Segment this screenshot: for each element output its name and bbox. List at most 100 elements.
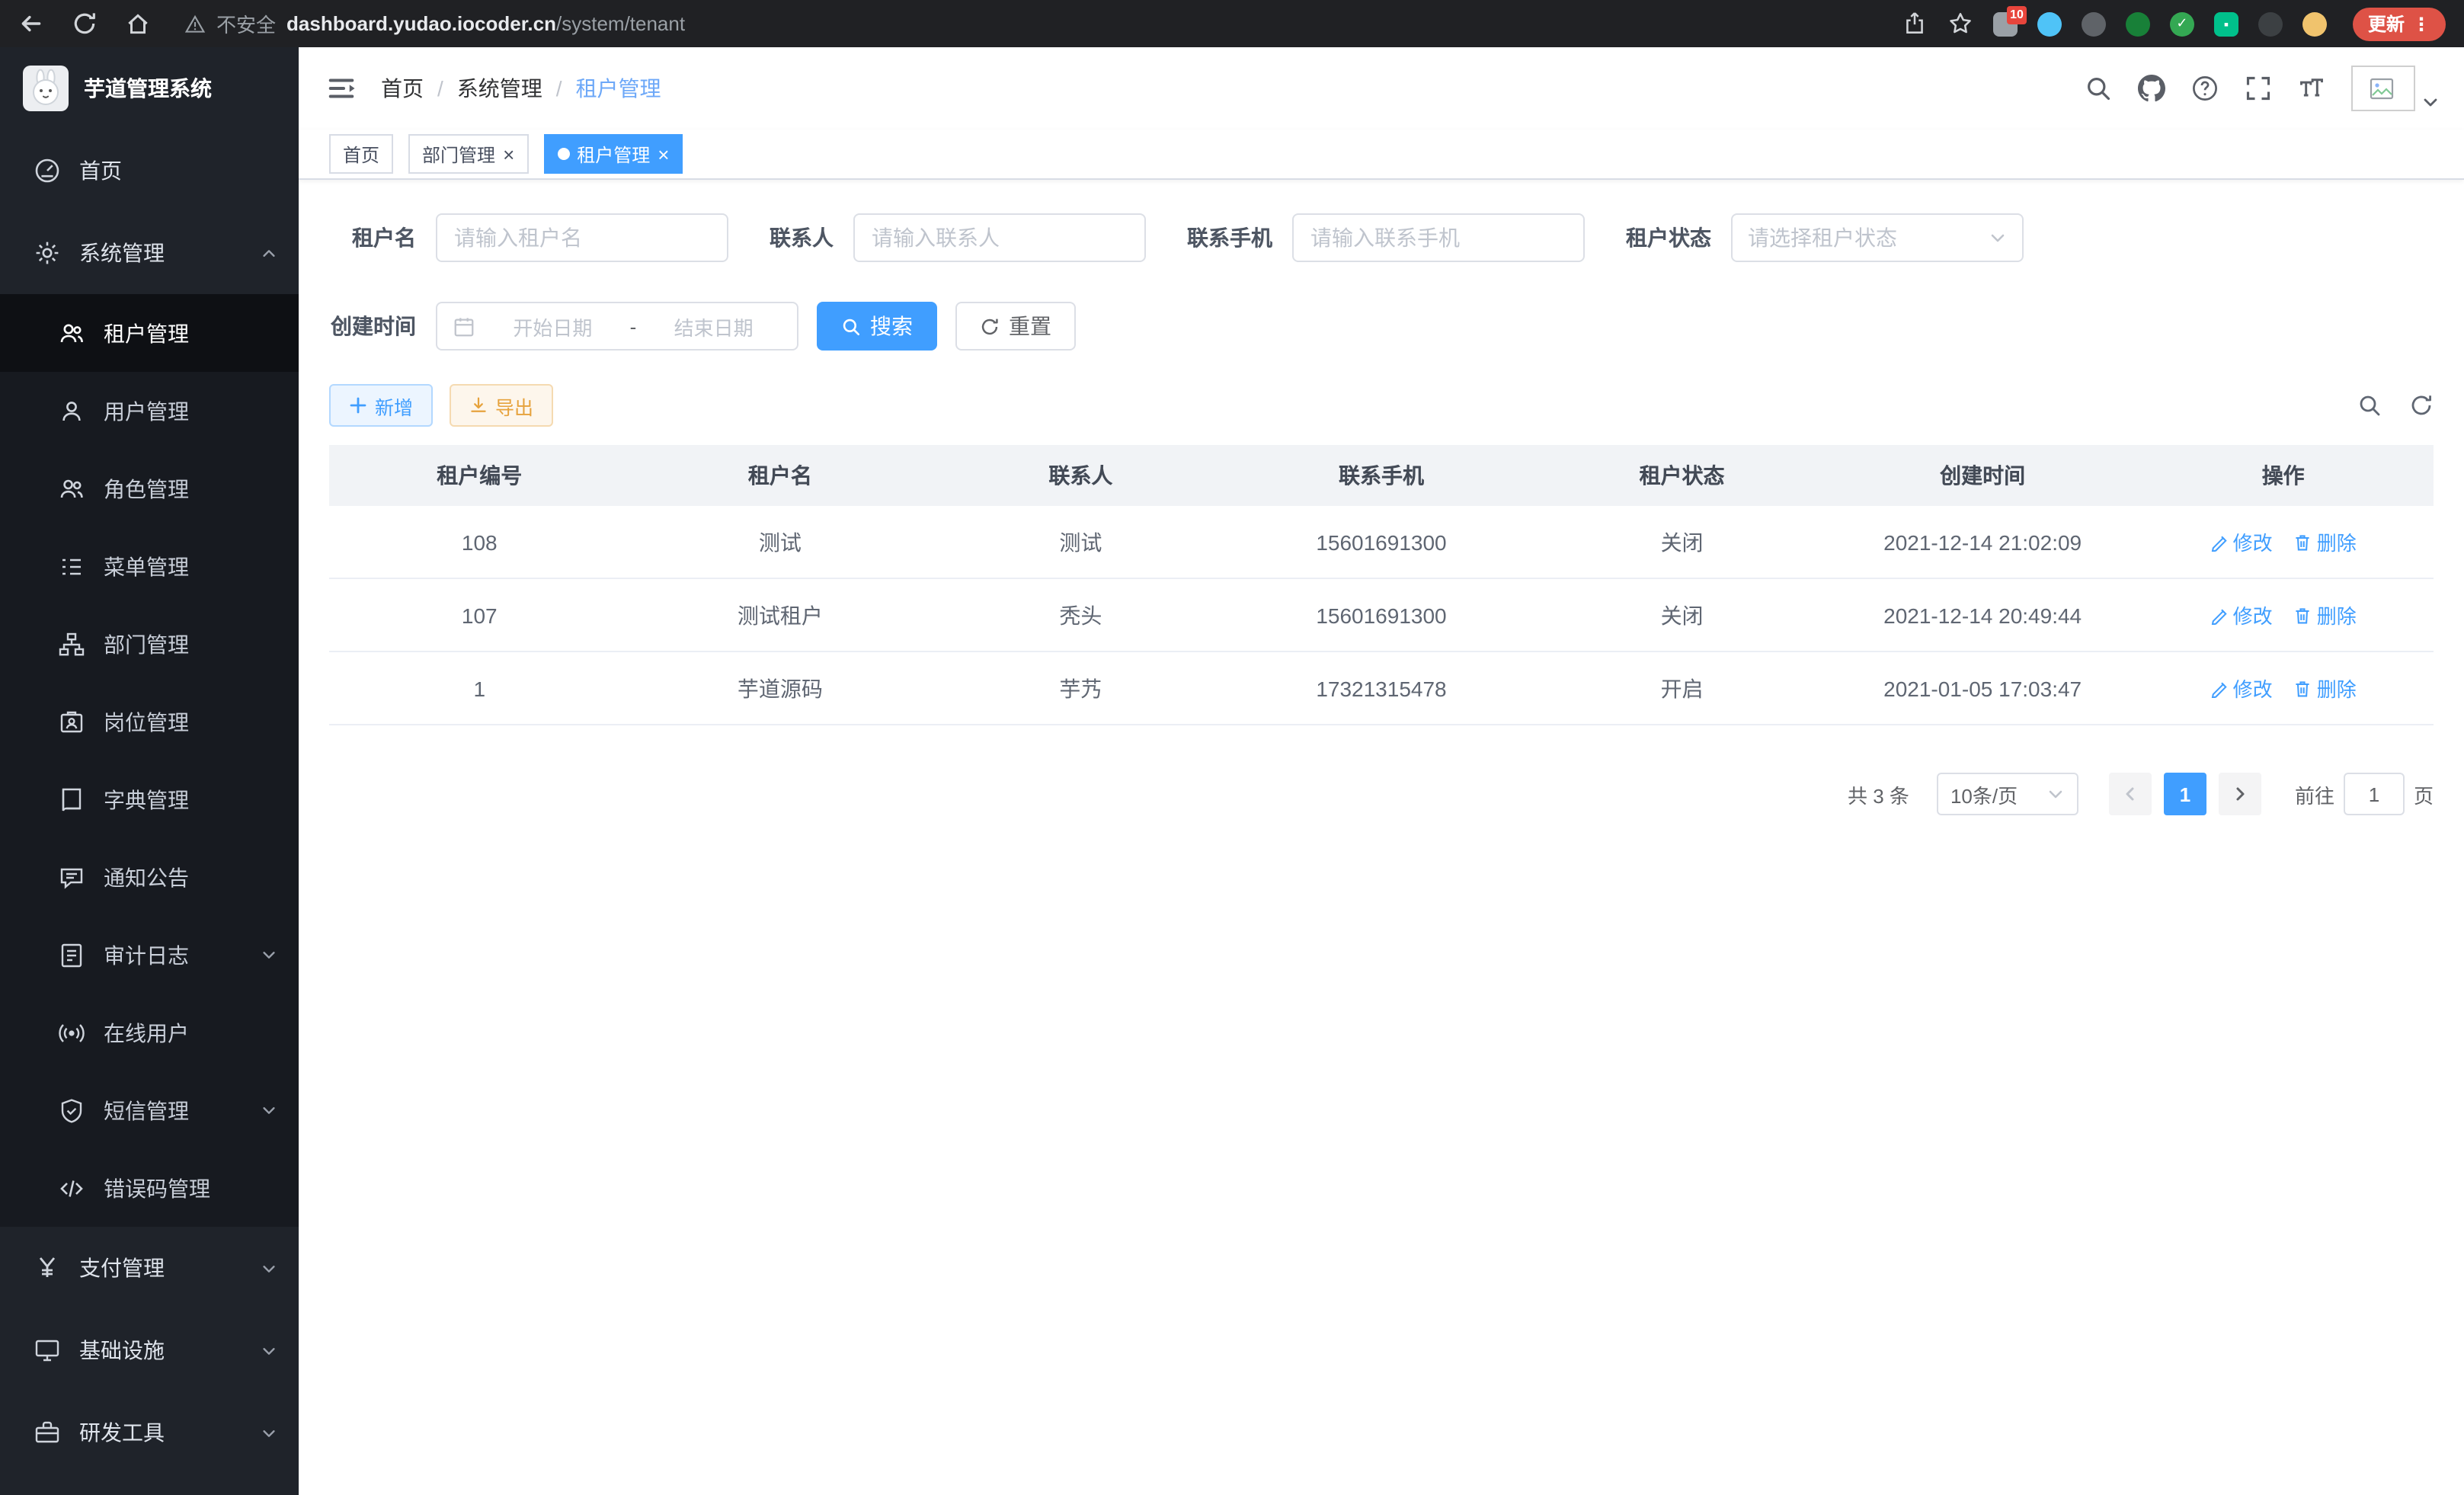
extension-icon[interactable] [2082, 11, 2106, 36]
address-bar[interactable]: 不安全 dashboard.yudao.iocoder.cn/system/te… [184, 9, 1902, 38]
contact-phone-input[interactable] [1292, 213, 1585, 262]
search-icon[interactable] [2085, 75, 2112, 102]
extension-icon[interactable] [2126, 11, 2150, 36]
sidebar-item-home[interactable]: 首页 [0, 130, 299, 212]
sidebar-item-dept-management[interactable]: 部门管理 [0, 605, 299, 683]
create-time-range-picker[interactable]: 开始日期 - 结束日期 [436, 302, 798, 351]
sidebar-item-role-management[interactable]: 角色管理 [0, 450, 299, 527]
tab-close-icon[interactable]: × [503, 144, 514, 164]
edit-button[interactable]: 修改 [2210, 527, 2273, 556]
browser-reload-icon[interactable] [72, 11, 98, 37]
extension-icon[interactable] [2037, 11, 2062, 36]
edit-button[interactable]: 修改 [2210, 674, 2273, 703]
gear-icon [34, 239, 61, 267]
contact-input[interactable] [853, 213, 1146, 262]
sidebar-item-audit-log[interactable]: 审计日志 [0, 916, 299, 994]
sidebar-item-dev-tools[interactable]: 研发工具 [0, 1391, 299, 1474]
extension-icon[interactable]: ✓ [2170, 11, 2194, 36]
goto-label: 前往 [2295, 780, 2334, 808]
page-unit-label: 页 [2414, 780, 2434, 808]
export-button[interactable]: 导出 [450, 384, 553, 427]
sidebar-item-payment-management[interactable]: 支付管理 [0, 1227, 299, 1309]
edit-pencil-icon [2210, 606, 2229, 624]
browser-home-icon[interactable] [125, 11, 151, 37]
sidebar-item-user-management[interactable]: 用户管理 [0, 372, 299, 450]
user-avatar-menu[interactable] [2351, 66, 2440, 111]
sidebar: 芋道管理系统 首页 系统管理 租户管理 [0, 47, 299, 1495]
search-toggle-icon[interactable] [2357, 393, 2382, 418]
github-icon[interactable] [2138, 75, 2165, 102]
edit-label: 修改 [2233, 600, 2273, 629]
dictionary-icon [58, 786, 85, 813]
sidebar-item-system-management[interactable]: 系统管理 [0, 212, 299, 294]
add-button[interactable]: 新增 [329, 384, 433, 427]
prev-page-button[interactable] [2109, 773, 2152, 815]
chevron-right-icon [2231, 785, 2249, 803]
url-path: /system/tenant [556, 12, 685, 35]
reset-button[interactable]: 重置 [955, 302, 1076, 351]
search-button[interactable]: 搜索 [817, 302, 937, 351]
tab-close-icon[interactable]: × [658, 144, 669, 164]
browser-back-icon[interactable] [18, 11, 44, 37]
cell-created-at: 2021-01-05 17:03:47 [1832, 676, 2133, 700]
goto-page-input[interactable] [2344, 773, 2405, 815]
sidebar-item-online-users[interactable]: 在线用户 [0, 994, 299, 1071]
delete-button[interactable]: 删除 [2294, 600, 2357, 629]
sidebar-item-error-code-management[interactable]: 错误码管理 [0, 1149, 299, 1227]
extension-icon[interactable] [2302, 11, 2327, 36]
tab-home[interactable]: 首页 [329, 134, 393, 174]
delete-button[interactable]: 删除 [2294, 674, 2357, 703]
page-number-button[interactable]: 1 [2164, 773, 2206, 815]
sidebar-item-label: 基础设施 [79, 1335, 165, 1365]
tenant-name-input[interactable] [436, 213, 728, 262]
fullscreen-icon[interactable] [2245, 75, 2272, 102]
refresh-icon[interactable] [2409, 393, 2434, 418]
sidebar-item-tenant-management[interactable]: 租户管理 [0, 294, 299, 372]
tenant-status-select[interactable]: 请选择租户状态 [1731, 213, 2024, 262]
bookmark-star-icon[interactable] [1947, 11, 1973, 37]
sidebar-item-label: 部门管理 [104, 629, 189, 659]
table-row: 107 测试租户 秃头 15601691300 关闭 2021-12-14 20… [329, 579, 2434, 652]
sidebar-item-menu-management[interactable]: 菜单管理 [0, 527, 299, 605]
sidebar-item-dict-management[interactable]: 字典管理 [0, 760, 299, 838]
share-icon[interactable] [1902, 11, 1928, 37]
chevron-down-icon [261, 1424, 277, 1441]
breadcrumb-separator: / [437, 76, 443, 101]
delete-label: 删除 [2317, 674, 2357, 703]
sidebar-item-post-management[interactable]: 岗位管理 [0, 683, 299, 760]
breadcrumb-item[interactable]: 首页 [381, 73, 424, 104]
breadcrumb-separator: / [556, 76, 562, 101]
ssl-warning-icon [184, 13, 206, 34]
next-page-button[interactable] [2219, 773, 2261, 815]
broken-image-icon [2370, 77, 2397, 100]
tab-tenant-management[interactable]: 租户管理 × [543, 134, 683, 174]
extension-icon[interactable] [2258, 11, 2283, 36]
update-label: 更新 [2368, 11, 2405, 37]
extension-icon[interactable]: 10 [1993, 11, 2018, 36]
sidebar-submenu-system: 租户管理 用户管理 角色管理 菜单管理 [0, 294, 299, 1227]
browser-update-button[interactable]: 更新 ⋮ [2353, 7, 2446, 40]
breadcrumb: 首页 / 系统管理 / 租户管理 [381, 73, 661, 104]
badge-icon [58, 708, 85, 735]
tab-dept-management[interactable]: 部门管理 × [408, 134, 528, 174]
sidebar-item-label: 在线用户 [104, 1017, 189, 1048]
edit-button[interactable]: 修改 [2210, 600, 2273, 629]
table-header-row: 租户编号 租户名 联系人 联系手机 租户状态 创建时间 操作 [329, 445, 2434, 506]
trash-icon [2294, 606, 2312, 624]
help-icon[interactable] [2191, 75, 2219, 102]
page-size-select[interactable]: 10条/页 [1937, 773, 2078, 815]
sidebar-item-label: 岗位管理 [104, 706, 189, 737]
breadcrumb-item[interactable]: 系统管理 [457, 73, 542, 104]
edit-label: 修改 [2233, 527, 2273, 556]
font-size-icon[interactable] [2298, 75, 2325, 102]
trash-icon [2294, 533, 2312, 551]
sidebar-item-sms-management[interactable]: 短信管理 [0, 1071, 299, 1149]
hamburger-icon[interactable] [326, 73, 357, 104]
sidebar-item-infrastructure[interactable]: 基础设施 [0, 1309, 299, 1391]
cell-contact: 测试 [930, 527, 1231, 557]
app-logo-row[interactable]: 芋道管理系统 [0, 47, 299, 130]
cell-created-at: 2021-12-14 21:02:09 [1832, 530, 2133, 554]
extension-icon[interactable]: ▪ [2214, 11, 2238, 36]
delete-button[interactable]: 删除 [2294, 527, 2357, 556]
sidebar-item-notice[interactable]: 通知公告 [0, 838, 299, 916]
